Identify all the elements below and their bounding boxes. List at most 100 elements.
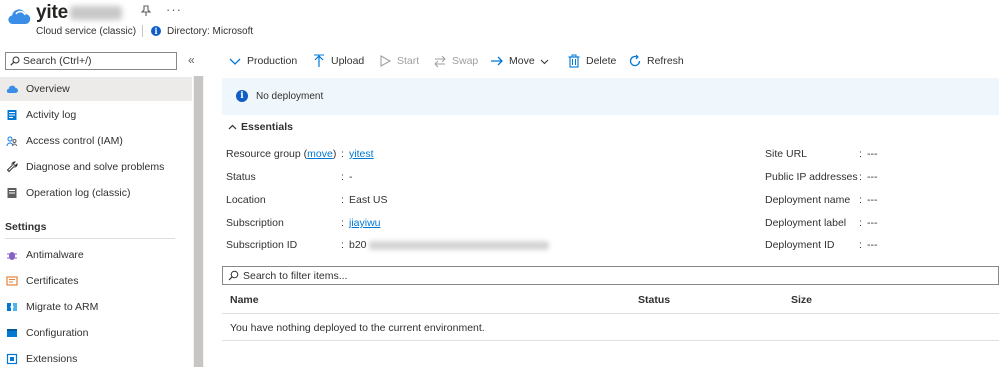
separator: : <box>341 194 344 206</box>
scrollbar-thumb[interactable] <box>194 76 203 367</box>
sidebar-item-label: Access control (IAM) <box>26 135 123 147</box>
filter-search[interactable] <box>222 266 999 285</box>
sidebar-item-overview[interactable]: Overview <box>0 77 192 101</box>
sidebar-item-antimalware[interactable]: Antimalware <box>0 243 192 267</box>
sidebar-item-label: Antimalware <box>26 249 84 261</box>
arrow-right-icon <box>491 56 503 66</box>
deployment-label-value: --- <box>867 217 878 229</box>
column-header-name[interactable]: Name <box>230 294 259 306</box>
sidebar-item-label: Operation log (classic) <box>26 187 131 199</box>
production-button[interactable]: Production <box>228 50 297 72</box>
subscription-label: Subscription <box>226 217 284 229</box>
move-label: Move <box>509 55 535 67</box>
sidebar-item-label: Activity log <box>26 109 77 121</box>
sidebar-item-access-control[interactable]: Access control (IAM) <box>0 129 192 153</box>
play-icon <box>380 55 392 67</box>
subscription-id-value: b20 <box>349 239 549 251</box>
subtitle-divider <box>142 25 143 37</box>
column-header-status[interactable]: Status <box>638 294 670 306</box>
swap-button[interactable]: Swap <box>433 50 478 72</box>
delete-label: Delete <box>586 55 617 67</box>
collapse-sidebar-button[interactable]: « <box>188 53 195 67</box>
sidebar-item-configuration[interactable]: Configuration <box>0 321 192 345</box>
log-icon <box>7 188 17 198</box>
cloud-icon <box>6 85 18 94</box>
configuration-icon <box>7 329 17 337</box>
swap-label: Swap <box>452 55 479 67</box>
banner-text: No deployment <box>256 91 324 102</box>
sidebar-item-migrate[interactable]: Migrate to ARM <box>0 295 192 319</box>
deployment-id-value: --- <box>867 239 878 251</box>
table-row-divider <box>222 340 999 341</box>
upload-button[interactable]: Upload <box>312 50 364 72</box>
sidebar-item-label: Configuration <box>26 327 89 339</box>
resource-title-text: yite <box>36 2 68 23</box>
chevron-up-icon <box>228 124 237 129</box>
sidebar-item-operation-log[interactable]: Operation log (classic) <box>0 181 192 205</box>
sidebar-item-diagnose[interactable]: Diagnose and solve problems <box>0 155 192 179</box>
separator: : <box>341 148 344 160</box>
people-icon <box>6 136 17 147</box>
sidebar-item-label: Certificates <box>26 275 79 287</box>
sidebar-search[interactable] <box>5 52 177 70</box>
sidebar-item-extensions[interactable]: Extensions <box>0 347 192 367</box>
production-label: Production <box>247 55 298 67</box>
essentials-toggle[interactable]: Essentials <box>228 121 293 133</box>
swap-icon <box>434 55 446 68</box>
redacted-id <box>368 240 549 250</box>
refresh-button[interactable]: Refresh <box>628 50 684 72</box>
separator: : <box>859 194 862 206</box>
separator: : <box>859 148 862 160</box>
start-label: Start <box>397 55 420 67</box>
more-options-icon[interactable]: ··· <box>166 2 182 17</box>
separator: : <box>859 171 862 183</box>
sidebar-search-input[interactable] <box>23 53 173 69</box>
filter-input[interactable] <box>243 267 743 284</box>
empty-table-message: You have nothing deployed to the current… <box>230 322 485 334</box>
deployment-name-value: --- <box>867 194 878 206</box>
start-button[interactable]: Start <box>378 50 419 72</box>
chevron-down-icon <box>540 59 549 64</box>
resource-type: Cloud service (classic) <box>36 26 137 37</box>
sidebar-item-certificates[interactable]: Certificates <box>0 269 192 293</box>
info-icon: i <box>151 26 161 36</box>
sidebar: « Overview Activity log Access control (… <box>0 46 204 367</box>
separator: : <box>341 217 344 229</box>
bug-icon <box>7 252 17 260</box>
status-value: - <box>349 171 353 183</box>
public-ip-value: --- <box>867 171 878 183</box>
site-url-value: --- <box>867 148 878 160</box>
deployment-name-label: Deployment name <box>765 194 851 206</box>
resource-title: yite <box>36 2 122 24</box>
info-icon: i <box>236 90 248 102</box>
sidebar-scrollbar[interactable] <box>193 76 204 367</box>
subscription-id-label: Subscription ID <box>226 239 298 251</box>
separator: : <box>859 217 862 229</box>
location-label: Location <box>226 194 266 206</box>
public-ip-label: Public IP addresses <box>765 171 858 183</box>
upload-label: Upload <box>331 55 365 67</box>
search-icon <box>10 56 20 66</box>
cloud-service-icon <box>8 9 31 25</box>
subscription-link[interactable]: jiayiwu <box>349 217 381 229</box>
upload-icon <box>314 54 324 67</box>
pin-icon[interactable] <box>139 4 153 18</box>
column-header-size[interactable]: Size <box>791 294 812 306</box>
sidebar-item-activity-log[interactable]: Activity log <box>0 103 192 127</box>
certificate-icon <box>6 276 18 286</box>
separator: : <box>341 171 344 183</box>
separator: : <box>859 239 862 251</box>
table-header-divider <box>222 313 999 314</box>
delete-button[interactable]: Delete <box>567 50 616 72</box>
move-button[interactable]: Move <box>490 50 549 72</box>
sidebar-item-label: Extensions <box>26 353 78 365</box>
directory-label: Directory: Microsoft <box>167 26 254 37</box>
move-resource-group-link[interactable]: move <box>307 148 333 160</box>
redacted-name <box>69 5 122 20</box>
subscription-id-prefix: b20 <box>349 239 367 251</box>
search-icon <box>228 270 239 281</box>
chevron-down-icon <box>229 58 241 65</box>
resource-group-label: Resource group (move) <box>226 148 337 160</box>
migrate-icon <box>7 303 17 311</box>
resource-group-link[interactable]: yitest <box>349 148 374 160</box>
